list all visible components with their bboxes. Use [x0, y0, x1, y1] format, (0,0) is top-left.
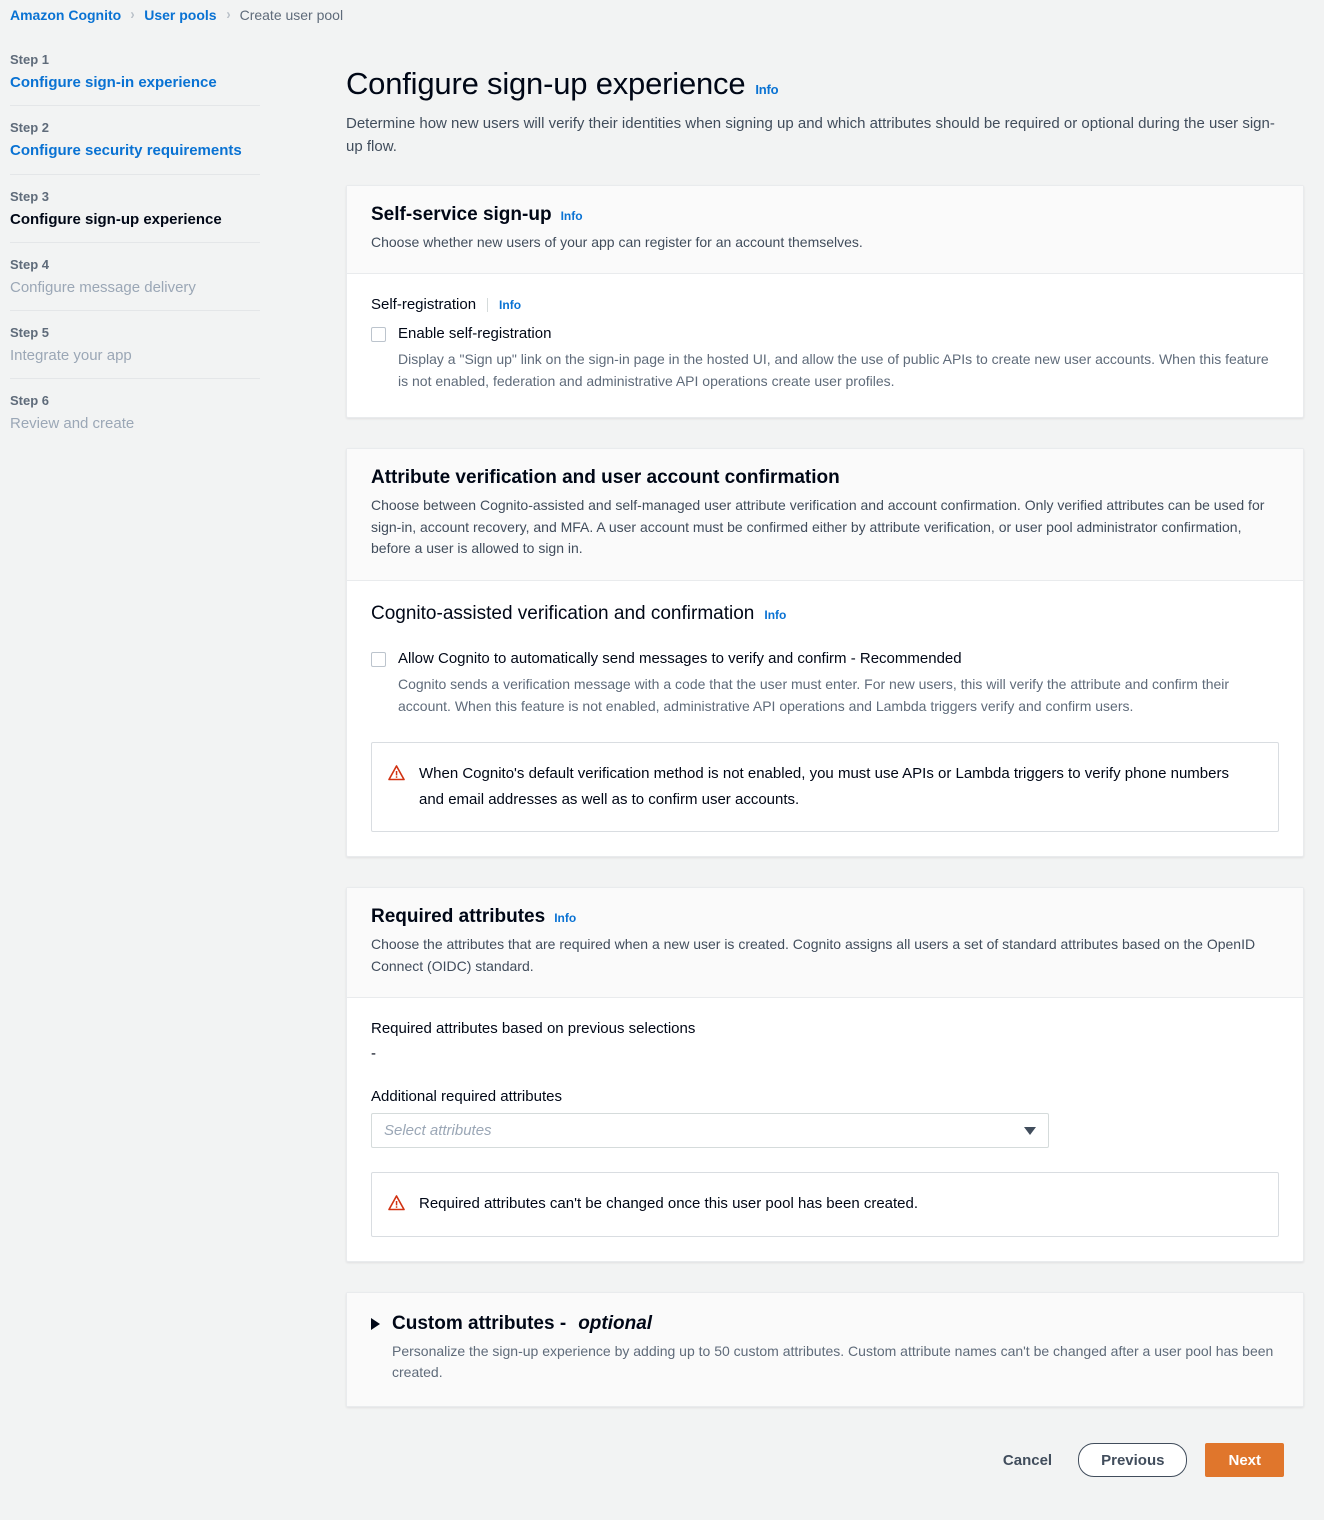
breadcrumb-item-amazon-cognito[interactable]: Amazon Cognito	[10, 7, 121, 23]
verification-warning-text: When Cognito's default verification meth…	[419, 764, 1229, 808]
additional-required-attributes-label: Additional required attributes	[371, 1088, 562, 1106]
required-attributes-card-body: Required attributes based on previous se…	[347, 998, 1303, 1260]
enable-self-registration-row[interactable]: Enable self-registration Display a "Sign…	[371, 324, 1279, 393]
attribute-verification-title: Attribute verification and user account …	[371, 466, 840, 488]
breadcrumb-item-user-pools[interactable]: User pools	[144, 7, 216, 23]
chevron-right-icon: ›	[225, 6, 231, 23]
triangle-right-icon[interactable]	[371, 1317, 380, 1330]
sidebar-step-2-title[interactable]: Configure security requirements	[10, 141, 260, 161]
sidebar-step-1-title[interactable]: Configure sign-in experience	[10, 73, 260, 93]
self-service-signup-card-header: Self-service sign-up Info Choose whether…	[347, 185, 1303, 275]
enable-self-registration-checkbox[interactable]	[371, 327, 386, 343]
sidebar-step-3-title: Configure sign-up experience	[10, 210, 222, 228]
previous-selections-label: Required attributes based on previous se…	[371, 1020, 696, 1038]
self-service-signup-info-link[interactable]: Info	[561, 209, 583, 223]
breadcrumb: Amazon Cognito › User pools › Create use…	[0, 0, 1324, 26]
allow-cognito-messages-checkbox[interactable]	[371, 651, 386, 667]
custom-attributes-title[interactable]: Custom attributes - optional	[371, 1313, 1279, 1335]
self-service-signup-subtitle: Choose whether new users of your app can…	[371, 233, 863, 250]
page-title: Configure sign-up experience Info	[346, 66, 1304, 102]
sidebar-step-2-number: Step 2	[10, 120, 50, 136]
sidebar-step-5: Step 5 Integrate your app	[10, 310, 260, 378]
custom-attributes-description: Personalize the sign-up experience by ad…	[392, 1342, 1274, 1381]
previous-button[interactable]: Previous	[1078, 1443, 1188, 1477]
sidebar-step-6-number: Step 6	[10, 393, 50, 409]
self-registration-info-link[interactable]: Info	[499, 298, 521, 312]
required-attributes-title-text: Required attributes	[371, 906, 546, 927]
self-registration-label: Self-registration	[371, 296, 477, 314]
custom-attributes-header[interactable]: Custom attributes - optional Personalize…	[347, 1292, 1303, 1406]
required-attributes-card: Required attributes Info Choose the attr…	[346, 887, 1304, 1262]
cognito-assisted-verification-title-text: Cognito-assisted verification and confir…	[371, 602, 755, 624]
wizard-steps-sidebar: Step 1 Configure sign-in experience Step…	[0, 26, 260, 447]
required-attributes-title: Required attributes Info	[371, 906, 1279, 928]
next-button[interactable]: Next	[1205, 1443, 1284, 1477]
enable-self-registration-description: Display a "Sign up" link on the sign-in …	[398, 351, 1269, 390]
main-content: Configure sign-up experience Info Determ…	[260, 26, 1324, 1499]
required-attributes-subtitle: Choose the attributes that are required …	[371, 936, 1256, 974]
allow-cognito-messages-description: Cognito sends a verification message wit…	[398, 676, 1230, 714]
sidebar-step-1[interactable]: Step 1 Configure sign-in experience	[10, 52, 260, 105]
attribute-verification-card-header: Attribute verification and user account …	[347, 448, 1303, 581]
wizard-footer: Cancel Previous Next	[346, 1437, 1304, 1499]
warning-triangle-icon	[388, 1195, 405, 1216]
required-attributes-warning-alert: Required attributes can't be changed onc…	[371, 1172, 1279, 1237]
label-divider	[487, 297, 489, 312]
required-attributes-info-link[interactable]: Info	[554, 911, 576, 925]
breadcrumb-item-create-user-pool: Create user pool	[239, 6, 344, 23]
chevron-right-icon: ›	[130, 6, 135, 23]
page-description: Determine how new users will verify thei…	[346, 115, 1275, 156]
page-title-info-link[interactable]: Info	[755, 82, 778, 97]
custom-attributes-optional-text: optional	[578, 1312, 653, 1334]
sidebar-step-3[interactable]: Step 3 Configure sign-up experience	[10, 173, 260, 242]
sidebar-step-4-title: Configure message delivery	[10, 278, 196, 296]
additional-required-attributes-select[interactable]: Select attributes	[371, 1113, 1049, 1149]
sidebar-step-4: Step 4 Configure message delivery	[10, 241, 260, 310]
attribute-verification-subtitle: Choose between Cognito-assisted and self…	[371, 496, 1265, 557]
sidebar-step-6: Step 6 Review and create	[10, 378, 260, 446]
sidebar-step-4-number: Step 4	[10, 256, 50, 272]
self-service-signup-card: Self-service sign-up Info Choose whether…	[346, 184, 1304, 418]
sidebar-step-6-title: Review and create	[10, 415, 135, 433]
self-service-signup-title-text: Self-service sign-up	[371, 203, 552, 225]
cognito-assisted-verification-info-link[interactable]: Info	[764, 608, 786, 622]
cognito-assisted-verification-title: Cognito-assisted verification and confir…	[371, 603, 1279, 625]
required-attributes-warning-text: Required attributes can't be changed onc…	[419, 1195, 919, 1213]
warning-triangle-icon	[388, 764, 405, 786]
allow-cognito-messages-label[interactable]: Allow Cognito to automatically send mess…	[398, 649, 1279, 669]
cancel-button[interactable]: Cancel	[995, 1443, 1060, 1477]
previous-selections-value: -	[371, 1045, 376, 1063]
sidebar-step-5-title: Integrate your app	[10, 347, 132, 364]
required-attributes-card-header: Required attributes Info Choose the attr…	[347, 888, 1303, 999]
additional-required-attributes-placeholder: Select attributes	[384, 1122, 492, 1140]
sidebar-step-5-number: Step 5	[10, 325, 50, 340]
sidebar-step-1-number: Step 1	[10, 52, 50, 67]
custom-attributes-card[interactable]: Custom attributes - optional Personalize…	[346, 1291, 1304, 1407]
self-service-signup-card-body: Self-registration Info Enable self-regis…	[347, 274, 1303, 417]
verification-warning-alert: When Cognito's default verification meth…	[371, 741, 1279, 832]
allow-cognito-messages-row[interactable]: Allow Cognito to automatically send mess…	[371, 649, 1279, 718]
self-registration-label-row: Self-registration Info	[371, 296, 1279, 313]
enable-self-registration-label[interactable]: Enable self-registration	[398, 324, 1279, 344]
page-layout: Step 1 Configure sign-in experience Step…	[0, 26, 1324, 1499]
page-title-text: Configure sign-up experience	[346, 66, 746, 101]
attribute-verification-card: Attribute verification and user account …	[346, 447, 1304, 857]
sidebar-step-3-number: Step 3	[10, 188, 50, 204]
chevron-down-icon[interactable]	[1024, 1126, 1036, 1135]
self-service-signup-title: Self-service sign-up Info	[371, 204, 1279, 226]
attribute-verification-card-body: Cognito-assisted verification and confir…	[347, 581, 1303, 856]
custom-attributes-title-text: Custom attributes -	[392, 1312, 567, 1334]
sidebar-step-2[interactable]: Step 2 Configure security requirements	[10, 105, 260, 173]
